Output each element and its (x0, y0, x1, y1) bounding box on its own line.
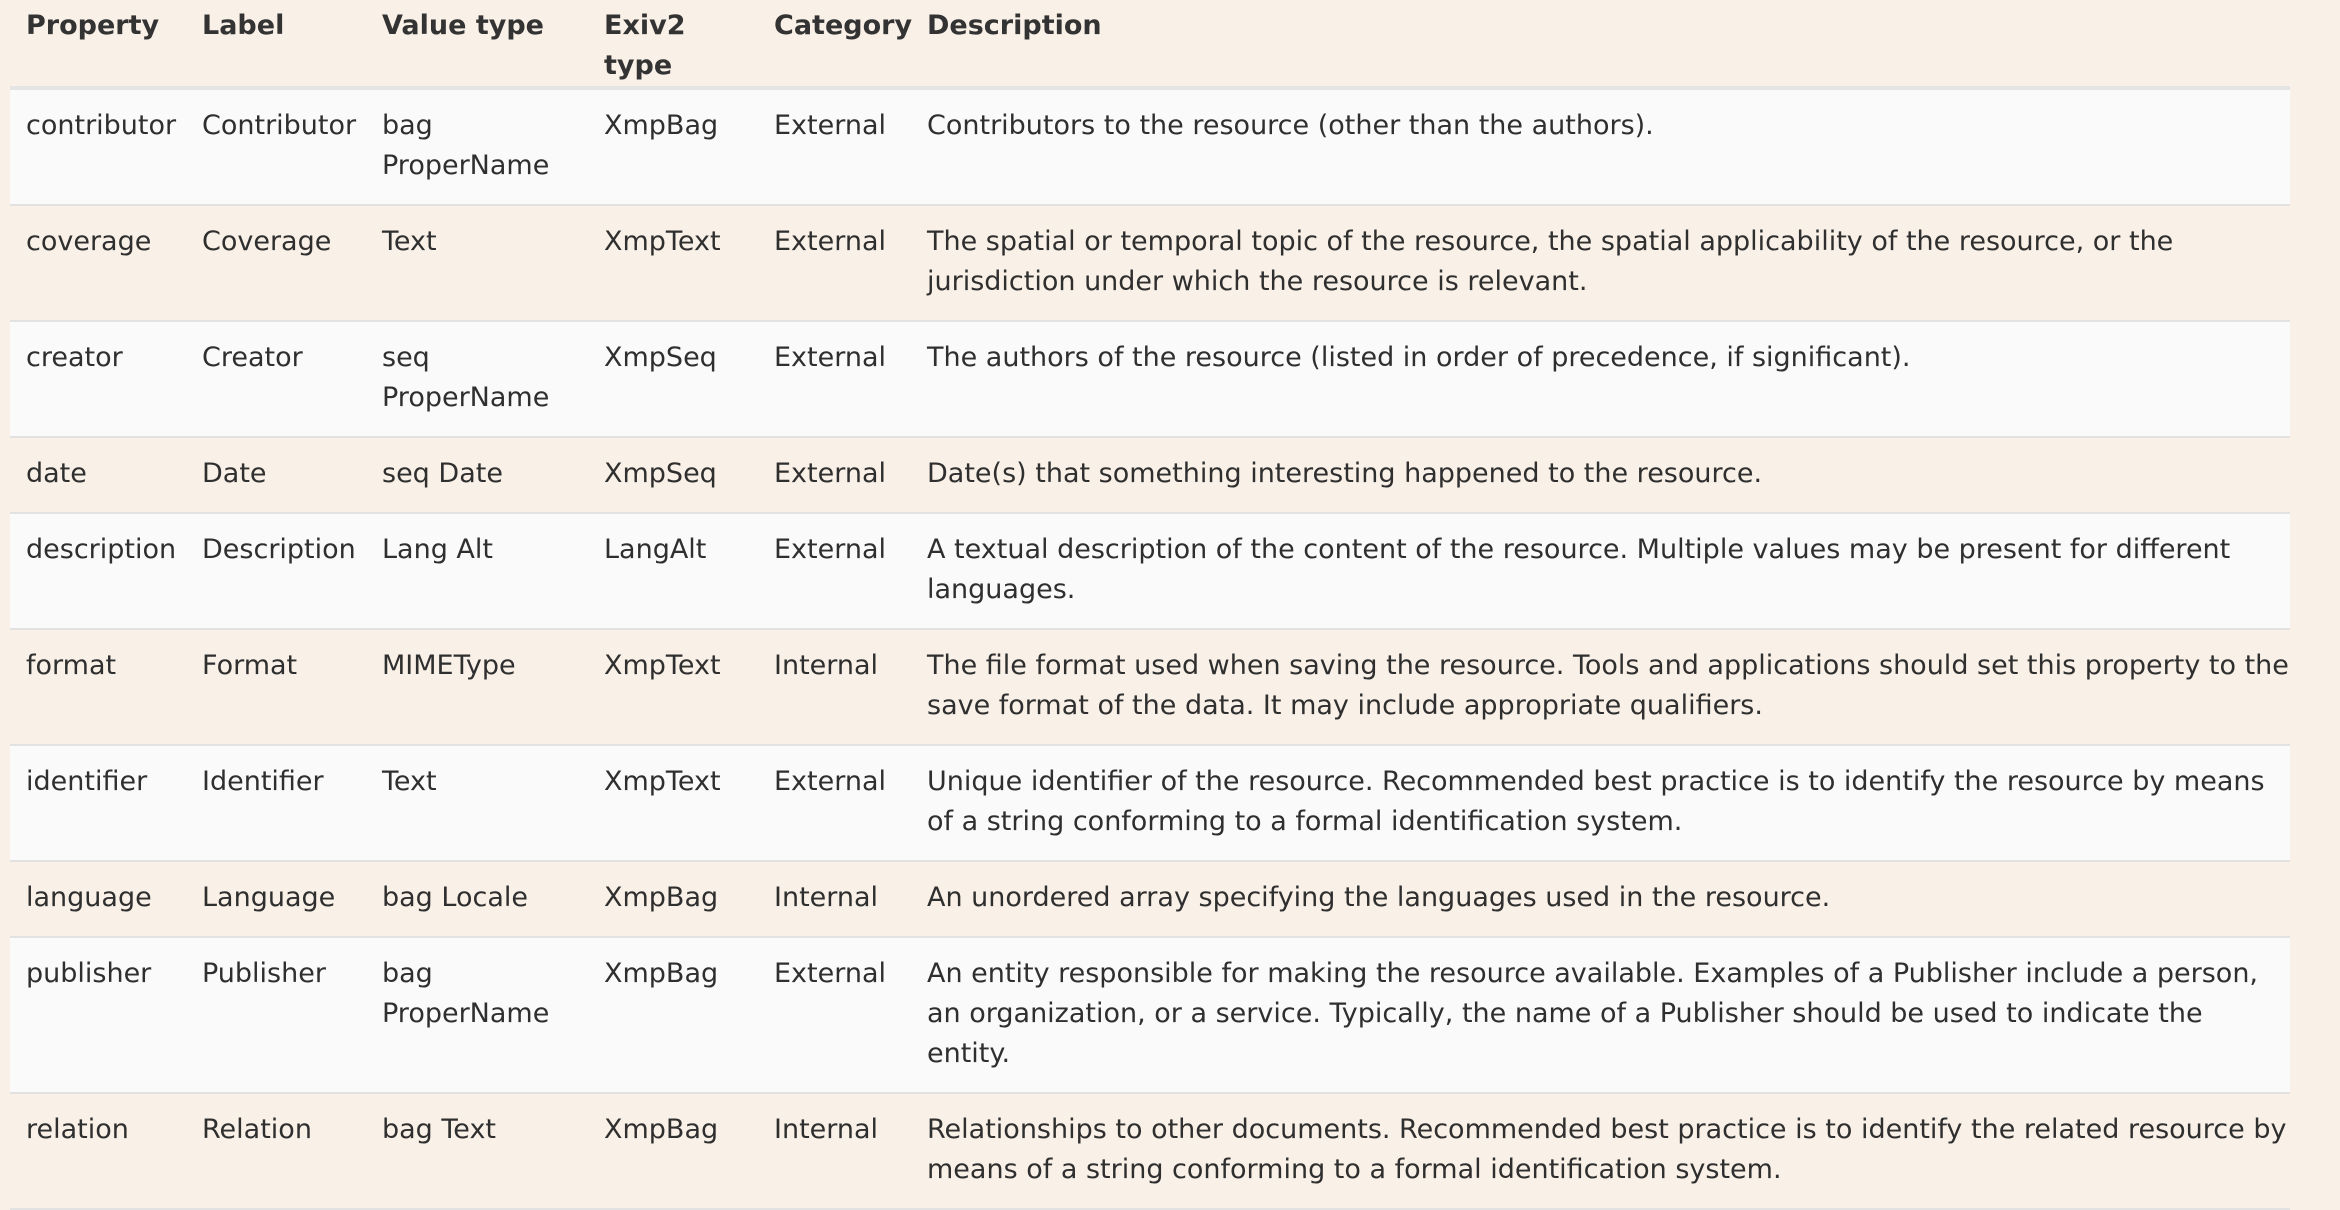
table-row: publisher Publisher bag ProperName XmpBag Ex… (10, 937, 2290, 1093)
cell-label: Relation (202, 1114, 312, 1145)
cell-category: External (774, 110, 887, 141)
cell-value-type: Text (382, 226, 437, 257)
cell-category: External (774, 342, 887, 373)
cell-value-type: Text (382, 766, 437, 797)
cell-property: relation (26, 1114, 129, 1145)
cell-exiv2-type: XmpBag (604, 882, 719, 913)
cell-exiv2-type: XmpText (604, 650, 721, 681)
column-header-property[interactable]: Property (10, 0, 186, 90)
cell-category: Internal (774, 1114, 879, 1145)
xmp-dc-properties-table: Property Label Value type Exiv2 type Cat… (10, 0, 2290, 1210)
column-header-value-type[interactable]: Value type (366, 0, 588, 90)
cell-exiv2-type: LangAlt (604, 534, 707, 565)
cell-label: Language (202, 882, 336, 913)
cell-label: Coverage (202, 226, 332, 257)
cell-value-type: MIMEType (382, 650, 516, 681)
cell-category: Internal (774, 650, 879, 681)
table-header: Property Label Value type Exiv2 type Cat… (10, 0, 2290, 90)
column-header-exiv2-type[interactable]: Exiv2 type (588, 0, 758, 90)
cell-property: language (26, 882, 152, 913)
cell-category: Internal (774, 882, 879, 913)
cell-property: identifier (26, 766, 148, 797)
column-header-category[interactable]: Category (758, 0, 912, 90)
cell-value-type: bag ProperName (382, 958, 550, 1029)
table-row: identifier Identifier Text XmpText External U… (10, 745, 2290, 861)
cell-value-type: seq Date (382, 458, 503, 489)
table-row: description Description Lang Alt LangAlt Ext… (10, 513, 2290, 629)
cell-property: coverage (26, 226, 152, 257)
xmp-dc-properties-table-container: Property Label Value type Exiv2 type Cat… (10, 0, 2290, 1210)
cell-description: Contributors to the resource (other than… (927, 110, 1654, 141)
cell-description: Date(s) that something interesting happe… (927, 458, 1763, 489)
cell-exiv2-type: XmpText (604, 226, 721, 257)
cell-exiv2-type: XmpSeq (604, 342, 717, 373)
cell-label: Contributor (202, 110, 357, 141)
column-header-label[interactable]: Label (186, 0, 366, 90)
table-row: coverage Coverage Text XmpText External The s… (10, 205, 2290, 321)
cell-label: Format (202, 650, 298, 681)
cell-exiv2-type: XmpBag (604, 110, 719, 141)
table-row: contributor Contributor bag ProperName XmpB… (10, 88, 2290, 205)
cell-label: Creator (202, 342, 303, 373)
cell-exiv2-type: XmpBag (604, 958, 719, 989)
table-row: language Language bag Locale XmpBag Internal… (10, 861, 2290, 937)
cell-category: External (774, 766, 887, 797)
cell-value-type: bag ProperName (382, 110, 550, 181)
cell-property: creator (26, 342, 123, 373)
cell-description: An entity responsible for making the res… (927, 958, 2259, 1069)
cell-description: Relationships to other documents. Recomm… (927, 1114, 2287, 1185)
cell-property: date (26, 458, 87, 489)
cell-exiv2-type: XmpSeq (604, 458, 717, 489)
cell-exiv2-type: XmpBag (604, 1114, 719, 1145)
column-header-description[interactable]: Description (911, 0, 2290, 90)
cell-value-type: bag Text (382, 1114, 497, 1145)
table-header-row: Property Label Value type Exiv2 type Cat… (10, 0, 2290, 90)
cell-value-type: Lang Alt (382, 534, 493, 565)
table-row: relation Relation bag Text XmpBag Internal Re… (10, 1093, 2290, 1209)
table-row: creator Creator seq ProperName XmpSeq Extern… (10, 321, 2290, 437)
cell-exiv2-type: XmpText (604, 766, 721, 797)
table-row: date Date seq Date XmpSeq External Date(s) th… (10, 437, 2290, 513)
cell-description: The authors of the resource (listed in o… (927, 342, 1911, 373)
cell-label: Description (202, 534, 356, 565)
cell-label: Publisher (202, 958, 326, 989)
cell-property: format (26, 650, 117, 681)
cell-property: publisher (26, 958, 152, 989)
cell-property: description (26, 534, 177, 565)
cell-label: Identifier (202, 766, 324, 797)
cell-label: Date (202, 458, 267, 489)
cell-description: Unique identifier of the resource. Recom… (927, 766, 2265, 837)
cell-property: contributor (26, 110, 177, 141)
table-row: format Format MIMEType XmpText Internal The f… (10, 629, 2290, 745)
cell-description: An unordered array specifying the langua… (927, 882, 1831, 913)
page-scrollbar[interactable] (2300, 0, 2340, 1128)
cell-category: External (774, 534, 887, 565)
cell-description: A textual description of the content of … (927, 534, 2231, 605)
cell-value-type: seq ProperName (382, 342, 550, 413)
cell-category: External (774, 958, 887, 989)
cell-category: External (774, 458, 887, 489)
cell-description: The file format used when saving the res… (927, 650, 2289, 721)
cell-description: The spatial or temporal topic of the res… (927, 226, 2174, 297)
table-body: contributor Contributor bag ProperName XmpB… (10, 88, 2290, 1209)
cell-value-type: bag Locale (382, 882, 528, 913)
cell-category: External (774, 226, 887, 257)
